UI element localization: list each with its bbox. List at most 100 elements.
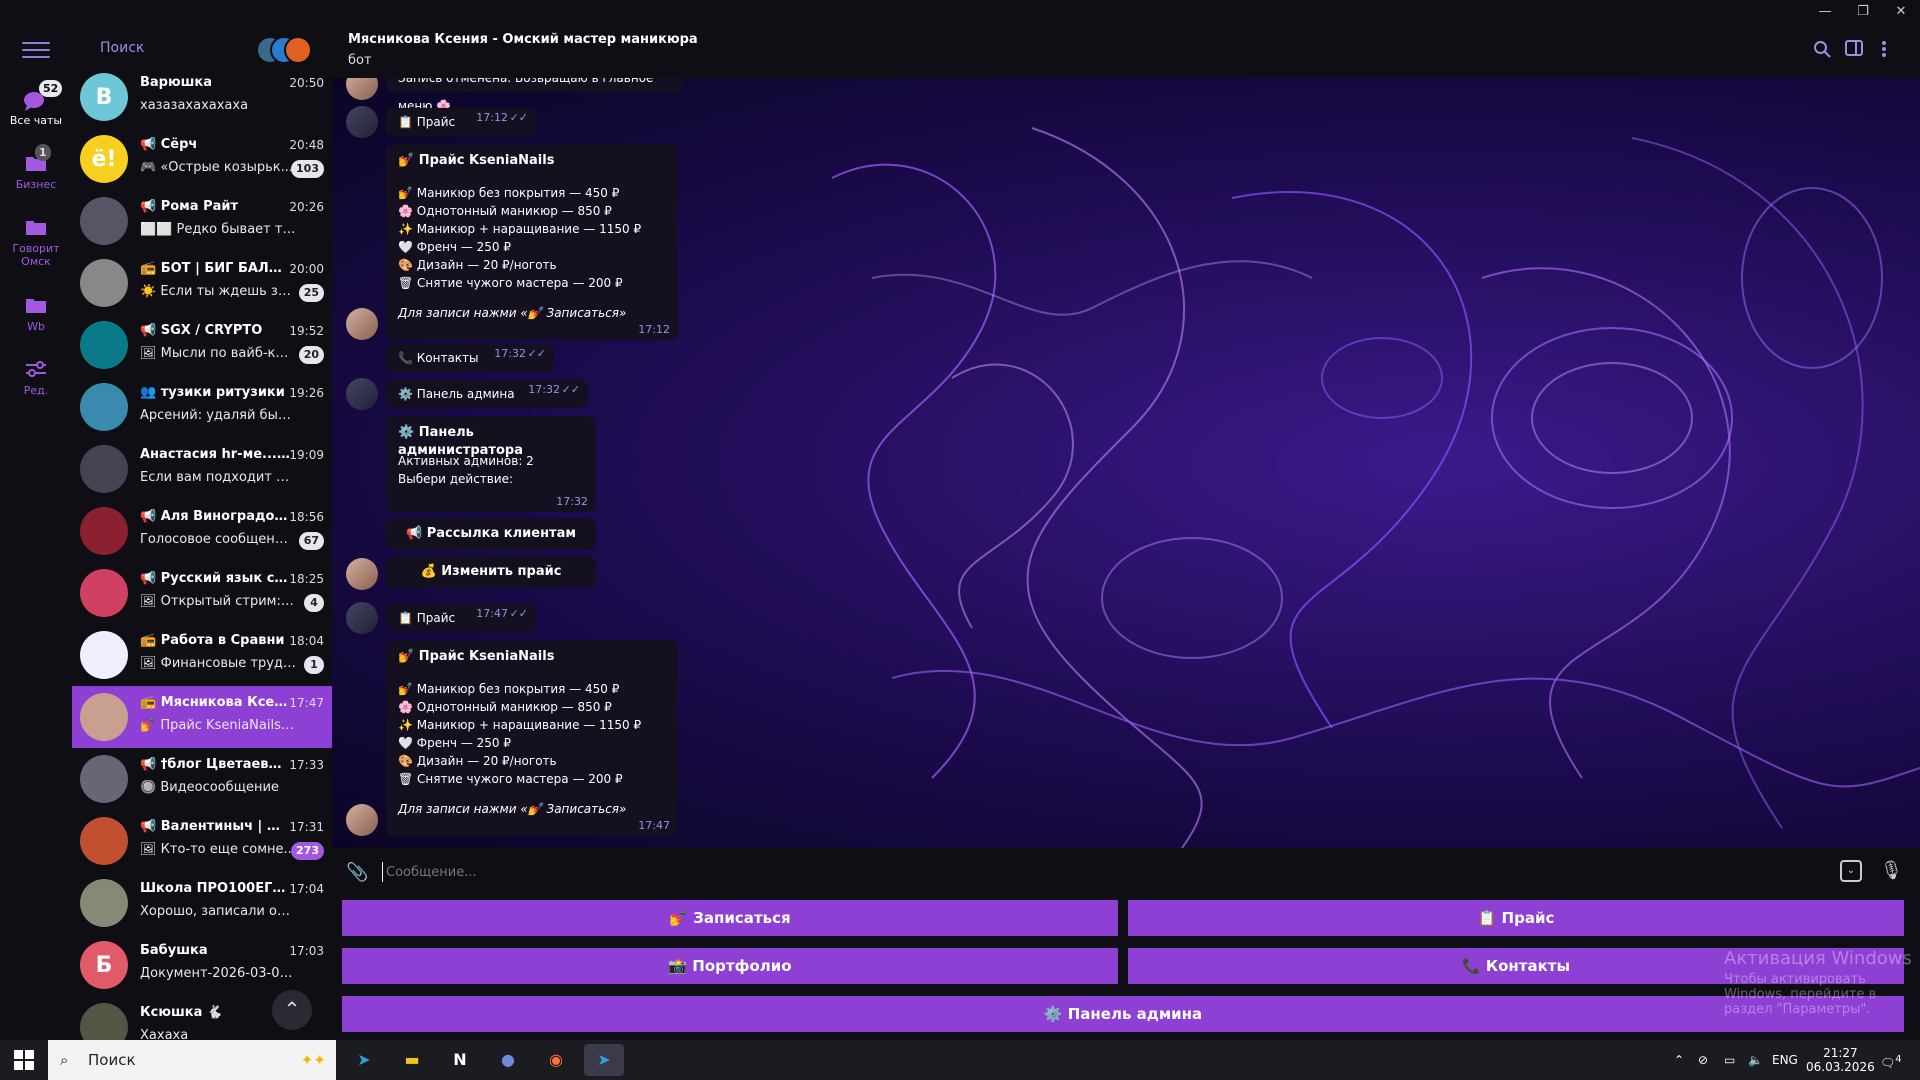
- avatar: [346, 78, 378, 100]
- chat-list-item[interactable]: 📢 Русский язык с Ве... 18:25 🖼 Открытый …: [72, 562, 332, 624]
- chat-list-item[interactable]: 📢 Рома Райт 20:26 ⬜⬜ Редко бывает такое,…: [72, 190, 332, 252]
- kb-portfolio-button[interactable]: 📸 Портфолио: [342, 948, 1118, 984]
- scroll-up-button[interactable]: ⌃: [272, 990, 312, 1030]
- avatar: [80, 817, 128, 865]
- folder-business[interactable]: 1 Бизнес: [0, 144, 72, 191]
- folder-label: Ред.: [23, 384, 49, 397]
- chat-name: 📢 SGX / CRYPTO: [140, 323, 263, 338]
- kb-price-button[interactable]: 📋 Прайс: [1128, 900, 1904, 936]
- menu-icon[interactable]: [22, 42, 50, 62]
- microphone-icon[interactable]: 🎙: [1880, 860, 1903, 881]
- chat-list-item[interactable]: 📻 Мясникова Ксени... 17:47 💅 Прайс Kseni…: [72, 686, 332, 748]
- chat-preview: Хахаха: [140, 1028, 189, 1040]
- message[interactable]: 📞 Контакты 17:32 ✓✓: [386, 344, 554, 372]
- close-icon[interactable]: ✕: [1882, 0, 1920, 24]
- folder-label: Все чаты: [9, 114, 63, 127]
- attach-icon[interactable]: 📎: [346, 862, 368, 883]
- message-time: 17:32: [528, 383, 560, 396]
- admin-prompt: Выбери действие:: [398, 472, 514, 486]
- chat-list-item[interactable]: 📻 БОТ | БИГ БАЛЛС ... 20:00 ☀️ Если ты ж…: [72, 252, 332, 314]
- taskbar-search[interactable]: ⌕ Поиск ✦✦: [48, 1040, 336, 1080]
- stories-avatars[interactable]: [256, 36, 314, 64]
- notion-icon[interactable]: N: [440, 1044, 480, 1076]
- chat-list-item[interactable]: ё! 📢 Сёрч 20:48 🎮 «Острые козырьк... 103: [72, 128, 332, 190]
- chat-preview: ⬜⬜ Редко бывает такое, ...: [140, 222, 296, 237]
- folder-wb[interactable]: Wb: [0, 296, 72, 333]
- chat-time: 20:26: [289, 200, 324, 214]
- restore-icon[interactable]: ❐: [1844, 0, 1882, 24]
- avatar: [80, 755, 128, 803]
- explorer-icon[interactable]: ▬: [392, 1044, 432, 1076]
- chat-name: 📻 Мясникова Ксени...: [140, 695, 290, 710]
- avatar: [80, 383, 128, 431]
- display-icon[interactable]: ▭: [1724, 1040, 1735, 1080]
- price-message[interactable]: 💅 Прайс KseniaNails 💅 Маникюр без покрыт…: [386, 640, 678, 836]
- firefox-icon[interactable]: ◉: [536, 1044, 576, 1076]
- chat-time: 18:56: [289, 510, 324, 524]
- chat-list-item[interactable]: Анастасия hr-ме... 😷 19:09 Если вам подх…: [72, 438, 332, 500]
- admin-title: ⚙️ Панель администратора: [398, 425, 523, 458]
- broadcast-button[interactable]: 📢 Рассылка клиентам: [386, 518, 596, 550]
- message-time: 17:47: [476, 607, 508, 620]
- chat-preview: Если вам подходит данный ...: [140, 470, 296, 485]
- price-line: 🗑 Снятие чужого мастера — 200 ₽: [398, 772, 623, 786]
- message[interactable]: 📋 Прайс 17:47 ✓✓: [386, 604, 536, 632]
- price-message[interactable]: 💅 Прайс KseniaNails 💅 Маникюр без покрыт…: [386, 144, 678, 340]
- message-time: 17:32: [556, 495, 588, 508]
- windows-start-icon[interactable]: [14, 1050, 34, 1070]
- telegram-active-icon[interactable]: ➤: [584, 1044, 624, 1076]
- chat-list-item[interactable]: 👥 тузики ритузики 19:26 Арсений: удаляй …: [72, 376, 332, 438]
- tray-chevron-icon[interactable]: ⌃: [1674, 1040, 1684, 1080]
- avatar: [346, 106, 378, 138]
- chat-list-item[interactable]: Школа ПРО100ЕГЭ 👩 17:04 Хорошо, записали…: [72, 872, 332, 934]
- admin-panel-message[interactable]: ⚙️ Панель администратора Активных админо…: [386, 416, 596, 512]
- minimize-icon[interactable]: —: [1806, 0, 1844, 24]
- chat-title[interactable]: Мясникова Ксения - Омский мастер маникюр…: [348, 32, 698, 47]
- unread-badge: 20: [298, 346, 324, 364]
- message-time: 17:47: [638, 819, 670, 832]
- kb-admin-button[interactable]: ⚙️ Панель админа: [342, 996, 1904, 1032]
- chat-list-item[interactable]: 📢 SGX / CRYPTO 19:52 🖼 Мысли по вайб-код…: [72, 314, 332, 376]
- more-icon[interactable]: [1874, 40, 1894, 60]
- chat-list-item[interactable]: 📢 †блог Цветаевой† 17:33 🔘 Видеосообщени…: [72, 748, 332, 810]
- volume-icon[interactable]: 🔈: [1748, 1040, 1763, 1080]
- price-line: ✨ Маникюр + наращивание — 1150 ₽: [398, 222, 642, 236]
- folder-edit[interactable]: Ред.: [0, 360, 72, 397]
- folder-govorit-omsk[interactable]: Говорит Омск: [0, 218, 72, 268]
- message-time: 17:12: [476, 111, 508, 124]
- network-icon[interactable]: ⊘: [1698, 1040, 1708, 1080]
- chat-preview: 🎮 «Острые козырьк...: [140, 160, 294, 175]
- sidebar-toggle-icon[interactable]: [1844, 40, 1864, 60]
- bot-keyboard-icon[interactable]: ⌄: [1840, 860, 1862, 882]
- chat-list-item[interactable]: 📢 Аля Виноградова... 18:56 Голосовое соо…: [72, 500, 332, 562]
- chat-background: Запись отменена. Возвращаю в главное мен…: [332, 78, 1920, 848]
- language-indicator[interactable]: ENG: [1772, 1040, 1798, 1080]
- chat-name: Бабушка: [140, 943, 208, 958]
- price-line: 🌸 Однотонный маникюр — 850 ₽: [398, 204, 612, 218]
- message[interactable]: Запись отменена. Возвращаю в главное мен…: [386, 78, 682, 113]
- message[interactable]: 📋 Прайс 17:12 ✓✓: [386, 108, 536, 136]
- notification-icon[interactable]: 🗨4: [1880, 1040, 1902, 1080]
- chat-list-item[interactable]: 📻 Работа в Сравни 18:04 🖼 Финансовые тру…: [72, 624, 332, 686]
- clock[interactable]: 21:27 06.03.2026: [1806, 1046, 1875, 1074]
- price-title: 💅 Прайс KseniaNails: [398, 649, 555, 664]
- chat-list-item[interactable]: 📢 Валентиныч | Об... 17:31 🖼 Кто-то еще …: [72, 810, 332, 872]
- discord-icon[interactable]: ●: [488, 1044, 528, 1076]
- folder-all-chats[interactable]: 52 Все чаты: [0, 80, 72, 127]
- edit-price-button[interactable]: 💰 Изменить прайс: [386, 556, 596, 588]
- message[interactable]: ⚙️ Панель админа 17:32 ✓✓: [386, 380, 588, 408]
- chat-list-item[interactable]: В Варюшка 20:50 хазазахахахаха: [72, 66, 332, 128]
- folder-label: Говорит Омск: [12, 242, 60, 268]
- kb-signup-button[interactable]: 💅 Записаться: [342, 900, 1118, 936]
- message-input[interactable]: [382, 862, 1782, 882]
- chat-time: 17:04: [289, 882, 324, 896]
- chat-list: Поиск В Варюшка 20:50 хазазахахахаха ё! 📢…: [72, 0, 332, 1040]
- chat-list-item[interactable]: Б Бабушка 17:03 Документ-2026-03-06-1702…: [72, 934, 332, 996]
- search-input[interactable]: Поиск: [100, 40, 144, 56]
- chats-icon: 52: [23, 80, 63, 111]
- search-icon[interactable]: [1812, 40, 1832, 60]
- telegram-app-icon[interactable]: ➤: [344, 1044, 384, 1076]
- avatar: [80, 507, 128, 555]
- chat-preview: Документ-2026-03-06-17021...: [140, 966, 296, 981]
- activation-watermark-text: Чтобы активировать Windows, перейдите в …: [1724, 972, 1877, 1017]
